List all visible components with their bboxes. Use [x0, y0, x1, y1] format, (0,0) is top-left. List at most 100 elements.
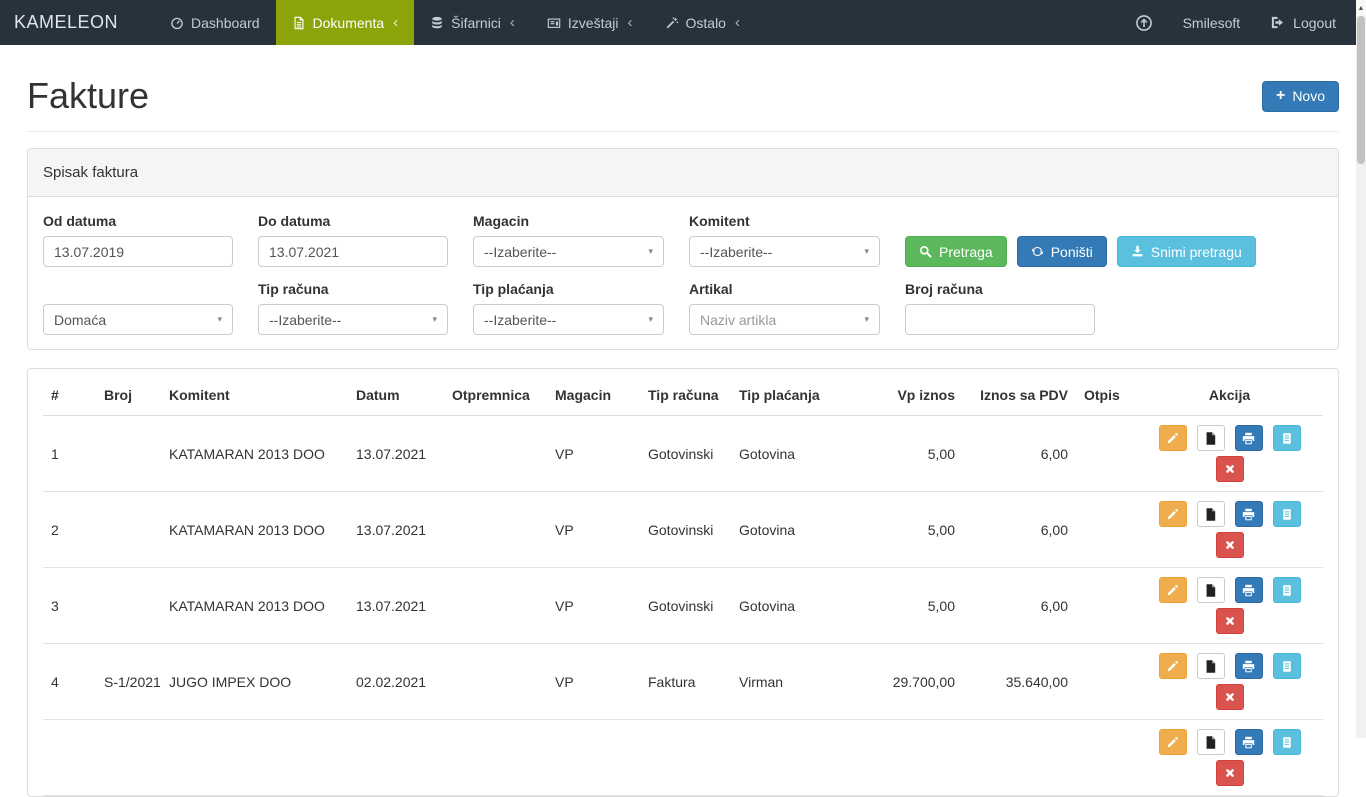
file-icon	[1205, 660, 1216, 673]
circle-arrow-up-icon[interactable]	[1135, 14, 1153, 32]
scroll-up-arrow[interactable]: ▲	[1356, 0, 1366, 16]
action-buttons	[1144, 577, 1315, 634]
cell-otpis	[1076, 644, 1136, 720]
cell-broj	[96, 568, 161, 644]
do-datuma-input[interactable]	[258, 236, 448, 267]
list-button[interactable]	[1273, 729, 1301, 755]
remove-icon	[1224, 615, 1236, 627]
document-button[interactable]	[1197, 577, 1225, 603]
cell-tip-racuna	[640, 720, 731, 796]
cell-komitent: KATAMARAN 2013 DOO	[161, 492, 348, 568]
cell-magacin: VP	[547, 416, 640, 492]
tip-racuna-select[interactable]: --Izaberite-- ▾	[258, 304, 448, 335]
list-button[interactable]	[1273, 653, 1301, 679]
tip-placanja-select[interactable]: --Izaberite-- ▾	[473, 304, 664, 335]
nav-dashboard[interactable]: Dashboard	[154, 0, 276, 45]
magacin-value: --Izaberite--	[484, 244, 556, 260]
cell-broj: S-1/2021	[96, 644, 161, 720]
cell-tip-placanja: Virman	[731, 644, 861, 720]
action-buttons	[1144, 501, 1315, 558]
valuta-value: Domaća	[54, 312, 106, 328]
cell-otpremnica	[444, 416, 547, 492]
broj-racuna-field: Broj računa	[905, 281, 1323, 335]
col-iznos-sa-pdv: Iznos sa PDV	[963, 375, 1076, 416]
nav-sifarnici[interactable]: Šifarnici ‹	[414, 0, 531, 45]
snimi-pretragu-button[interactable]: Snimi pretragu	[1117, 236, 1256, 267]
cell-otpremnica	[444, 568, 547, 644]
cell-datum: 13.07.2021	[348, 416, 444, 492]
cell-datum: 13.07.2021	[348, 568, 444, 644]
action-buttons	[1144, 425, 1315, 482]
invoice-table-card: # Broj Komitent Datum Otpremnica Magacin…	[27, 368, 1339, 797]
col-num: #	[43, 375, 96, 416]
list-button[interactable]	[1273, 577, 1301, 603]
delete-button[interactable]	[1216, 532, 1244, 558]
print-button[interactable]	[1235, 425, 1263, 451]
artikal-placeholder: Naziv artikla	[700, 312, 776, 328]
scrollbar-thumb[interactable]	[1357, 16, 1365, 164]
cell-broj	[96, 416, 161, 492]
nav-dokumenta[interactable]: Dokumenta ‹	[276, 0, 415, 45]
download-icon	[1131, 245, 1144, 258]
novo-button[interactable]: + Novo	[1262, 81, 1339, 112]
artikal-field: Artikal Naziv artikla ▾	[689, 281, 880, 335]
pencil-icon	[1166, 508, 1179, 521]
action-buttons	[1144, 653, 1315, 710]
print-button[interactable]	[1235, 501, 1263, 527]
cell-iznos-sa-pdv: 35.640,00	[963, 644, 1076, 720]
delete-button[interactable]	[1216, 684, 1244, 710]
delete-button[interactable]	[1216, 456, 1244, 482]
od-datuma-input[interactable]	[43, 236, 233, 267]
brand[interactable]: KAMELEON	[0, 0, 132, 45]
cell-magacin: VP	[547, 644, 640, 720]
valuta-select[interactable]: Domaća ▾	[43, 304, 233, 335]
do-datuma-label: Do datuma	[258, 213, 448, 229]
caret-down-icon: ▾	[432, 314, 437, 325]
logout-button[interactable]: Logout	[1270, 15, 1336, 31]
col-vp-iznos: Vp iznos	[861, 375, 963, 416]
edit-button[interactable]	[1159, 653, 1187, 679]
table-row: 4 S-1/2021 JUGO IMPEX DOO 02.02.2021 VP …	[43, 644, 1323, 720]
edit-button[interactable]	[1159, 577, 1187, 603]
nav-label: Izveštaji	[568, 15, 619, 31]
list-button[interactable]	[1273, 501, 1301, 527]
broj-racuna-input[interactable]	[905, 304, 1095, 335]
list-button[interactable]	[1273, 425, 1301, 451]
document-button[interactable]	[1197, 501, 1225, 527]
col-akcija: Akcija	[1136, 375, 1323, 416]
komitent-select[interactable]: --Izaberite-- ▾	[689, 236, 880, 267]
artikal-select[interactable]: Naziv artikla ▾	[689, 304, 880, 335]
tip-racuna-field: Tip računa --Izaberite-- ▾	[258, 281, 448, 335]
print-button[interactable]	[1235, 729, 1263, 755]
pretraga-button[interactable]: Pretraga	[905, 236, 1007, 267]
logout-label: Logout	[1293, 15, 1336, 31]
file-icon	[1205, 736, 1216, 749]
edit-button[interactable]	[1159, 425, 1187, 451]
document-button[interactable]	[1197, 425, 1225, 451]
cell-akcija	[1136, 644, 1323, 720]
nav-ostalo[interactable]: Ostalo ‹	[649, 0, 756, 45]
cell-datum: 02.02.2021	[348, 644, 444, 720]
nav-company[interactable]: Smilesoft	[1183, 15, 1241, 31]
file-icon	[1205, 584, 1216, 597]
print-button[interactable]	[1235, 653, 1263, 679]
scrollbar[interactable]: ▲	[1356, 0, 1366, 738]
magacin-select[interactable]: --Izaberite-- ▾	[473, 236, 664, 267]
filter-buttons: Pretraga Poništi Snimi pretragu	[905, 213, 1323, 267]
chevron-left-icon: ‹	[510, 14, 515, 31]
document-button[interactable]	[1197, 729, 1225, 755]
cell-otpis	[1076, 492, 1136, 568]
cell-otpis	[1076, 416, 1136, 492]
document-button[interactable]	[1197, 653, 1225, 679]
edit-button[interactable]	[1159, 501, 1187, 527]
print-button[interactable]	[1235, 577, 1263, 603]
col-otpis: Otpis	[1076, 375, 1136, 416]
cell-akcija	[1136, 568, 1323, 644]
filter-panel: Spisak faktura Od datuma Do datuma Magac…	[27, 148, 1339, 350]
ponisti-button[interactable]: Poništi	[1017, 236, 1107, 267]
delete-button[interactable]	[1216, 760, 1244, 786]
delete-button[interactable]	[1216, 608, 1244, 634]
list-icon	[1281, 432, 1293, 445]
edit-button[interactable]	[1159, 729, 1187, 755]
nav-izvestaji[interactable]: Izveštaji ‹	[531, 0, 649, 45]
